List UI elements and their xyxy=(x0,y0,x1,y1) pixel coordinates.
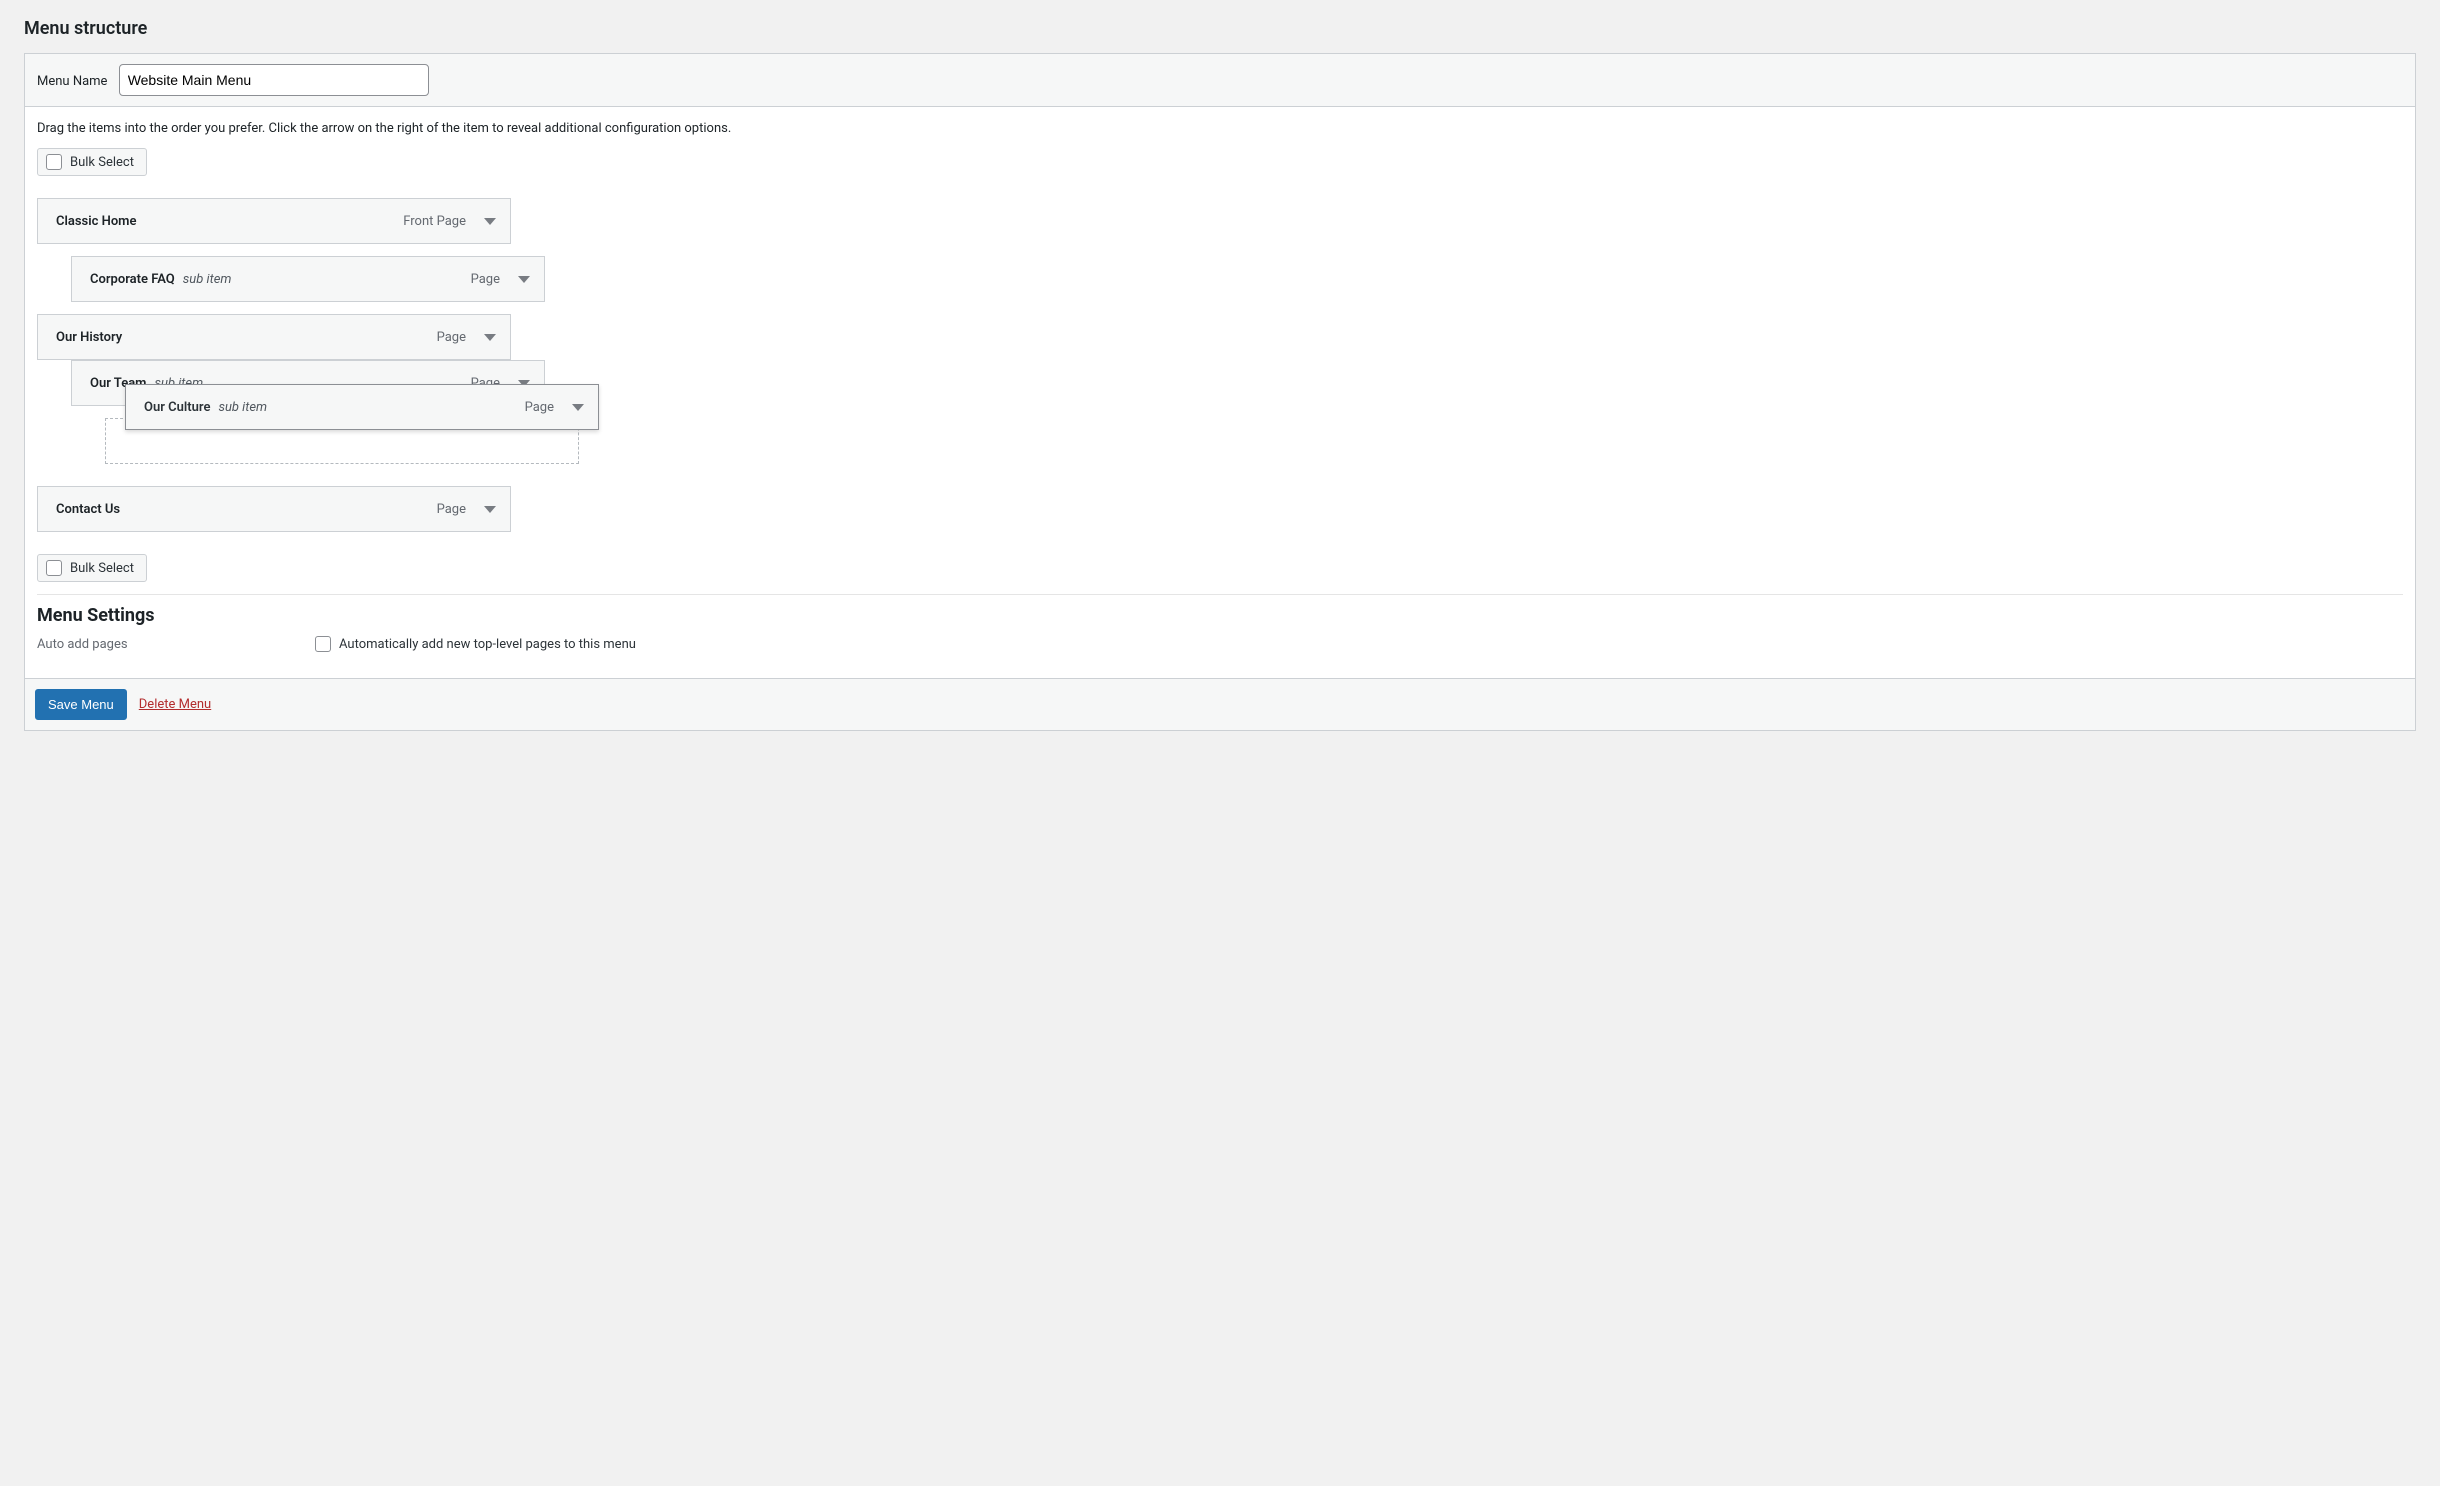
checkbox-icon xyxy=(315,636,331,652)
menu-item-sub-suffix: sub item xyxy=(218,400,267,415)
menu-item-type[interactable]: Page xyxy=(437,502,498,517)
menu-panel: Menu Name Drag the items into the order … xyxy=(24,53,2416,731)
save-menu-button[interactable]: Save Menu xyxy=(35,689,127,720)
bulk-select-label: Bulk Select xyxy=(70,561,134,576)
menu-item[interactable]: Contact Us Page xyxy=(37,486,511,532)
menu-name-input[interactable] xyxy=(119,64,429,96)
menu-name-row: Menu Name xyxy=(25,54,2415,107)
menu-item-label: Our Culture xyxy=(144,400,210,415)
checkbox-icon xyxy=(46,154,62,170)
chevron-down-icon xyxy=(484,218,496,225)
menu-item-type[interactable]: Page xyxy=(437,330,498,345)
menu-name-label: Menu Name xyxy=(37,74,107,89)
menu-settings-title: Menu Settings xyxy=(37,605,2403,626)
panel-footer: Save Menu Delete Menu xyxy=(25,678,2415,730)
menu-item-label: Contact Us xyxy=(56,502,120,517)
chevron-down-icon xyxy=(484,506,496,513)
delete-menu-link[interactable]: Delete Menu xyxy=(139,697,211,712)
section-title: Menu structure xyxy=(24,18,2416,39)
bulk-select-button[interactable]: Bulk Select xyxy=(37,148,147,176)
setting-key-auto-add: Auto add pages xyxy=(37,637,295,652)
chevron-down-icon xyxy=(518,276,530,283)
chevron-down-icon xyxy=(572,404,584,411)
menu-item[interactable]: Classic Home Front Page xyxy=(37,198,511,244)
menu-item-label: Our History xyxy=(56,330,122,345)
menu-item[interactable]: Our History Page xyxy=(37,314,511,360)
menu-item[interactable]: Corporate FAQ sub item Page xyxy=(71,256,545,302)
setting-auto-add-pages[interactable]: Automatically add new top-level pages to… xyxy=(315,636,636,652)
menu-item-label: Classic Home xyxy=(56,214,136,229)
bulk-select-label: Bulk Select xyxy=(70,155,134,170)
menu-item-sub-suffix: sub item xyxy=(183,272,232,287)
divider xyxy=(37,594,2403,595)
menu-item-type[interactable]: Page xyxy=(471,272,532,287)
bulk-select-button[interactable]: Bulk Select xyxy=(37,554,147,582)
checkbox-icon xyxy=(46,560,62,576)
menu-item-label: Corporate FAQ xyxy=(90,272,175,287)
menu-item-type[interactable]: Front Page xyxy=(403,214,498,229)
menu-items-list: Classic Home Front Page Corporate FAQ su… xyxy=(37,198,2403,540)
chevron-down-icon xyxy=(484,334,496,341)
obscured-wrapper: Our Team sub item Page Our Culture sub i… xyxy=(37,360,2403,406)
menu-item-dragging[interactable]: Our Culture sub item Page xyxy=(125,384,599,430)
setting-auto-add-label: Automatically add new top-level pages to… xyxy=(339,637,636,652)
menu-item-type[interactable]: Page xyxy=(525,400,586,415)
instructions-text: Drag the items into the order you prefer… xyxy=(37,121,2403,136)
